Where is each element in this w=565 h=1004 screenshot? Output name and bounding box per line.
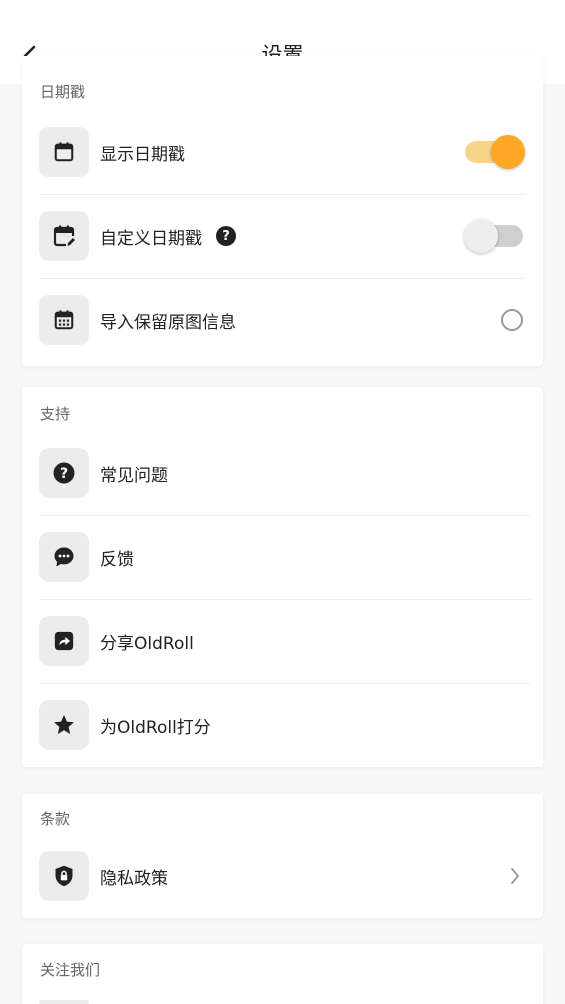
star-icon [54,715,74,734]
row-label: 分享OldRoll [100,633,194,654]
icon-tile: ? [39,448,89,498]
row-rate[interactable]: 为OldRoll打分 [39,683,531,767]
calendar-grid-icon [54,310,74,330]
section-label-follow-us: 关注我们 [40,961,101,979]
row-feedback[interactable]: 反馈 [39,515,531,600]
section-label-support: 支持 [40,405,71,423]
row-custom-date-stamp[interactable]: 自定义日期戳 ? [39,194,526,279]
section-label-terms: 条款 [40,810,71,828]
date-stamp-section: 日期戳 显示日期戳 自定义日期戳 ? 导入保留原图信息 [22,56,543,366]
keep-original-info-radio[interactable] [501,309,523,331]
share-icon [54,631,74,651]
calendar-icon [54,142,74,162]
row-keep-original-info[interactable]: 导入保留原图信息 [39,278,526,362]
calendar-edit-icon [53,225,75,247]
icon-tile [39,211,89,261]
row-show-date-stamp[interactable]: 显示日期戳 [39,110,526,195]
row-label: 显示日期戳 [100,144,185,165]
help-icon[interactable]: ? [216,226,236,246]
icon-tile [39,851,89,901]
toggle-knob [491,135,525,169]
shield-lock-icon [55,865,73,887]
chevron-right-icon [511,868,519,884]
row-share[interactable]: 分享OldRoll [39,599,531,684]
icon-tile [39,127,89,177]
custom-date-stamp-toggle[interactable] [464,218,526,254]
row-label: 导入保留原图信息 [100,312,236,333]
row-label: 自定义日期戳 [100,228,202,249]
support-section: 支持 ? 常见问题 反馈 分享OldRoll 为OldRoll打分 [22,387,543,767]
row-label: 常见问题 [100,465,168,486]
privacy-policy-chevron[interactable] [510,867,520,885]
row-privacy-policy[interactable]: 隐私政策 [39,834,526,918]
terms-section: 条款 隐私政策 [22,794,543,918]
question-circle-icon: ? [53,462,75,484]
toggle-knob [464,219,498,253]
icon-tile [39,1000,89,1004]
icon-tile [39,616,89,666]
row-label: 反馈 [100,549,134,570]
icon-tile [39,700,89,750]
section-label-date-stamp: 日期戳 [40,83,86,101]
row-faq[interactable]: ? 常见问题 [39,431,531,516]
row-label: 为OldRoll打分 [100,717,211,738]
svg-text:?: ? [60,466,68,482]
follow-us-section: 关注我们 [22,944,543,1004]
row-label: 隐私政策 [100,868,168,889]
icon-tile [39,532,89,582]
show-date-stamp-toggle[interactable] [464,134,526,170]
chat-bubble-icon [54,547,74,567]
icon-tile [39,295,89,345]
